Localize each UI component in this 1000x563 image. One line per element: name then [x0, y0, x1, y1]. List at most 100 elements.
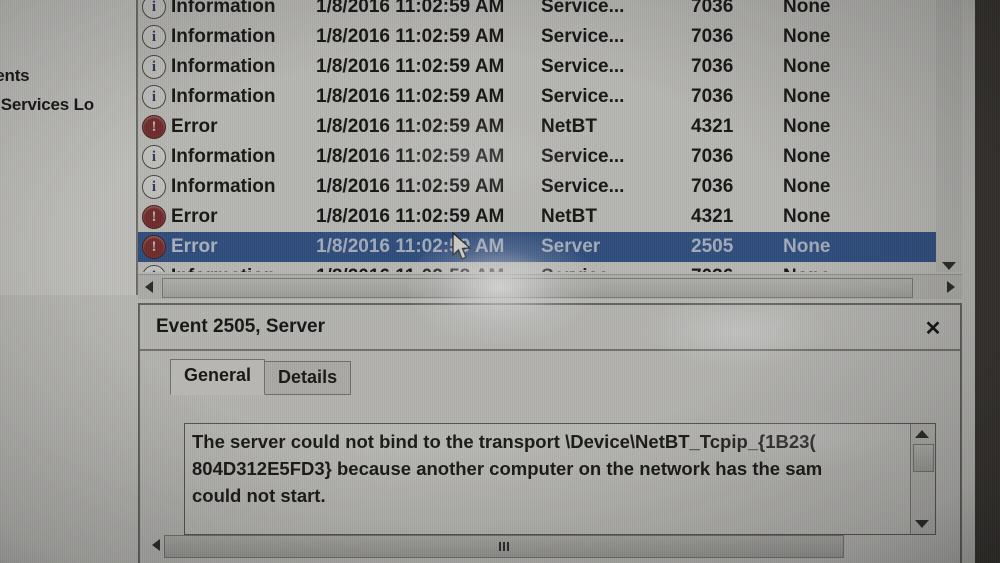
information-icon: i	[142, 145, 166, 169]
cell-level-label: Information	[171, 176, 276, 197]
cell-level-label: Information	[171, 86, 276, 107]
event-message-line-1: The server could not bind to the transpo…	[192, 431, 816, 452]
table-row[interactable]: i Information 1/8/2016 11:02:59 AM Service.…	[138, 52, 936, 82]
information-icon: i	[142, 25, 166, 49]
cell-date-and-time: 1/8/2016 11:02:59 AM	[316, 56, 505, 77]
table-row[interactable]: i Information 1/8/2016 11:02:59 AM Service.…	[138, 142, 936, 172]
cell-source: Service...	[541, 26, 625, 47]
cell-level-label: Information	[171, 56, 276, 77]
message-scroll-up-arrow-icon[interactable]	[915, 430, 929, 438]
scroll-down-arrow-icon[interactable]	[942, 262, 956, 270]
event-list-horizontal-scrollbar[interactable]	[138, 274, 962, 299]
chevron-left-icon	[145, 281, 153, 293]
cell-event-id: 7036	[691, 86, 734, 107]
event-message-line-3: could not start.	[192, 485, 326, 506]
cell-date-and-time: 1/8/2016 11:02:59 AM	[316, 146, 505, 167]
cell-task-category: None	[783, 236, 831, 257]
message-vertical-scrollbar[interactable]	[910, 424, 935, 534]
cell-event-id: 7036	[691, 26, 734, 47]
cell-task-category: None	[783, 146, 831, 167]
cell-date-and-time: 1/8/2016 11:02:58 AM	[316, 266, 541, 272]
information-icon: i	[142, 85, 166, 109]
event-message-box[interactable]: The server could not bind to the transpo…	[184, 423, 936, 535]
screen-area: vents d Services Lo iInformation1/8/2016…	[0, 0, 975, 563]
table-row[interactable]: ! Error 1/8/2016 11:02:59 AM NetBT 4321 None	[138, 202, 936, 232]
table-row[interactable]: i Information 1/8/2016 11:02:59 AM Service.…	[138, 82, 936, 112]
event-list[interactable]: i Information 1/8/2016 11:02:59 AM Service.…	[138, 0, 936, 272]
cell-date-and-time: 1/8/2016 11:02:59 AM	[316, 176, 505, 197]
cell-event-id: 7036	[691, 56, 734, 77]
cell-source: Service...	[541, 146, 625, 167]
cell-event-id: 4321	[691, 116, 734, 137]
cell-level: iInformation	[138, 145, 316, 169]
event-detail-header: Event 2505, Server	[140, 305, 960, 351]
error-icon: !	[142, 115, 166, 139]
cell-event-id: 7036	[691, 146, 734, 167]
cell-level-label: Information	[171, 266, 276, 272]
cell-task-category: None	[783, 266, 883, 272]
navigation-pane[interactable]: vents d Services Lo	[0, 0, 138, 295]
scroll-right-button[interactable]	[940, 275, 962, 299]
cell-task-category: None	[783, 206, 831, 227]
hscroll-track[interactable]	[160, 277, 940, 298]
cell-event-id: 7036	[691, 176, 734, 197]
information-icon: i	[142, 265, 166, 272]
table-row[interactable]: i Information 1/8/2016 11:02:59 AM Service.…	[138, 172, 936, 202]
cell-date-and-time: 1/8/2016 11:02:59 AM	[316, 206, 505, 227]
table-row[interactable]: i Information 1/8/2016 11:02:59 AM Service.…	[138, 22, 936, 52]
scroll-left-button[interactable]	[138, 275, 160, 299]
table-row[interactable]: i Information 1/8/2016 11:02:58 AMService.…	[138, 262, 936, 272]
cell-level-label: Error	[171, 116, 218, 137]
tab-details[interactable]: Details	[264, 361, 352, 395]
cell-level-label: Error	[171, 236, 218, 257]
cell-task-category: None	[783, 56, 831, 77]
cell-source: Service...	[541, 266, 691, 272]
sidebar-item-applications-and-services-logs[interactable]: d Services Lo	[0, 95, 94, 115]
chevron-right-icon	[947, 281, 955, 293]
sidebar-item-forwarded-events[interactable]: vents	[0, 66, 30, 86]
page-title: Event 2505, Server	[156, 316, 326, 337]
event-detail-pane: Event 2505, Server ✕ General Details The…	[138, 303, 962, 563]
cell-task-category: None	[783, 0, 831, 17]
cell-source: Service...	[541, 176, 625, 197]
cell-level: ! Error	[138, 205, 316, 229]
cell-level-label: Information	[171, 0, 276, 17]
message-vscroll-thumb[interactable]	[913, 444, 934, 472]
cell-source: NetBT	[541, 116, 597, 137]
cell-event-id: 4321	[691, 206, 734, 227]
information-icon: i	[142, 55, 166, 79]
hscroll-thumb[interactable]	[162, 278, 913, 298]
message-scroll-down-arrow-icon[interactable]	[915, 520, 929, 528]
tab-general[interactable]: General	[170, 359, 266, 395]
cell-source: Service...	[541, 56, 625, 77]
cell-level: iInformation	[138, 85, 316, 109]
cell-date-and-time: 1/8/2016 11:02:59 AM	[316, 0, 505, 17]
monitor-bezel-right	[975, 0, 1000, 563]
cell-date-and-time: 1/8/2016 11:02:59 AM	[316, 86, 505, 107]
cell-task-category: None	[783, 176, 831, 197]
cell-source: Server	[541, 236, 601, 257]
table-row[interactable]: ! Error 1/8/2016 11:02:59 AM NetBT 4321 None	[138, 112, 936, 142]
cell-event-id: 7036	[691, 0, 734, 17]
event-list-vertical-scrollbar[interactable]	[936, 0, 962, 272]
cell-date-and-time: 1/8/2016 11:02:59 AM	[316, 26, 505, 47]
cell-level: i Information	[138, 265, 316, 272]
information-icon: i	[142, 0, 166, 19]
cell-source: Service...	[541, 86, 625, 107]
cell-level: iInformation	[138, 175, 316, 199]
detail-hscroll-thumb[interactable]	[164, 534, 844, 558]
detail-scroll-left-icon[interactable]	[152, 539, 160, 551]
detail-hscroll-track[interactable]	[164, 534, 844, 558]
cell-level: iInformation	[138, 25, 316, 49]
cell-level-label: Error	[171, 206, 218, 227]
cell-level: ! Error	[138, 235, 316, 259]
event-detail-horizontal-scrollbar[interactable]	[152, 533, 844, 558]
table-row[interactable]: ! Error 1/8/2016 11:02:59 AM Server 2505 None	[138, 232, 936, 262]
cell-task-category: None	[783, 26, 831, 47]
table-row[interactable]: i Information 1/8/2016 11:02:59 AM Service.…	[138, 0, 936, 22]
event-message-line-2: 804D312E5FD3} because another computer o…	[192, 458, 823, 479]
cell-level-label: Information	[171, 26, 276, 47]
grip-icon	[499, 541, 509, 551]
close-icon[interactable]: ✕	[920, 315, 946, 341]
event-detail-tabs[interactable]: General Details	[170, 359, 352, 395]
